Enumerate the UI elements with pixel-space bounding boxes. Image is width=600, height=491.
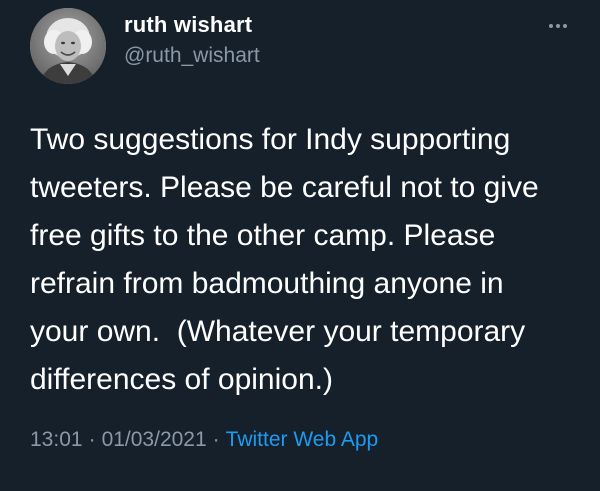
tweet-date[interactable]: 01/03/2021 [102,428,207,451]
profile-photo-icon [30,8,106,84]
tweet-text: Two suggestions for Indy supporting twee… [30,123,539,396]
tweet-metadata: 13:01 · 01/03/2021 · Twitter Web App [30,428,378,452]
avatar[interactable] [30,8,106,84]
more-options-button[interactable] [540,14,576,38]
separator-dot: · [212,428,220,451]
user-handle[interactable]: @ruth_wishart [124,44,260,68]
tweet-card: ruth wishart @ruth_wishart Two suggestio… [0,0,600,491]
display-name[interactable]: ruth wishart [124,12,252,38]
more-horizontal-icon [549,24,567,28]
tweet-time[interactable]: 13:01 [30,428,83,451]
tweet-source-link[interactable]: Twitter Web App [226,428,379,451]
separator-dot: · [88,428,96,451]
